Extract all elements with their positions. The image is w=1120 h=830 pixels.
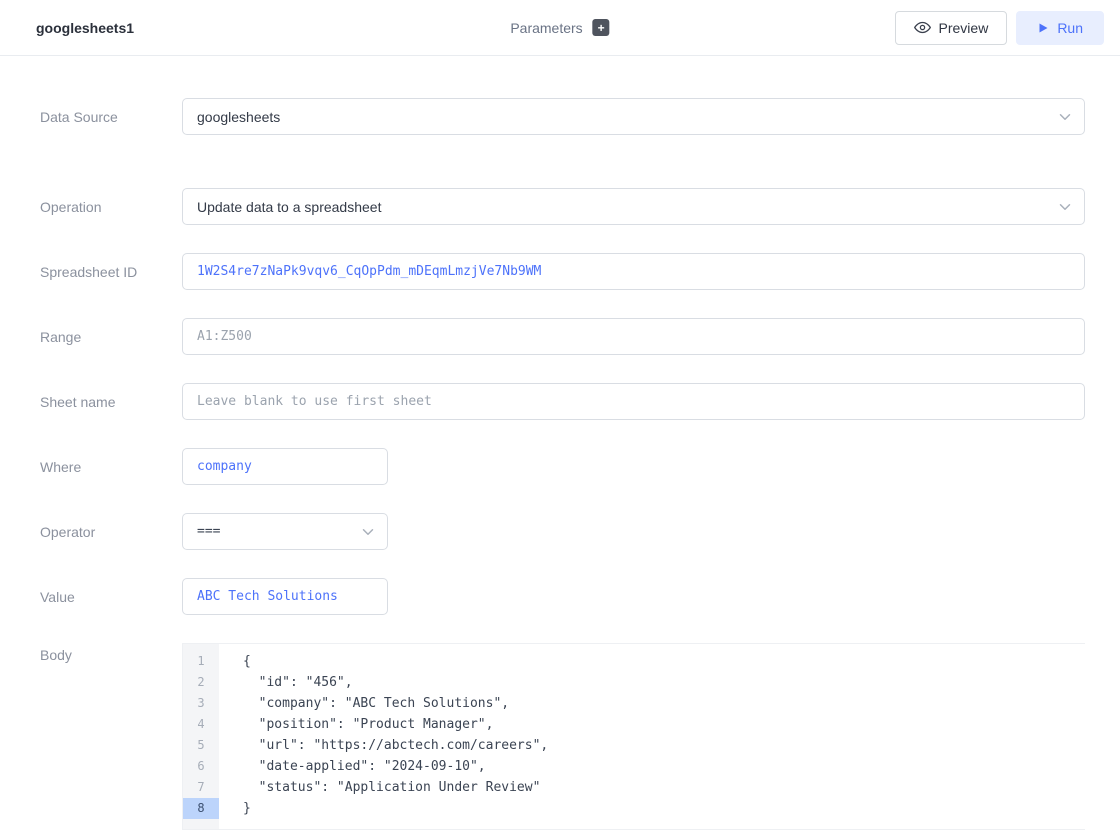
chevron-down-icon [1056, 108, 1074, 126]
line-number: 8 [183, 798, 219, 819]
operator-select[interactable]: === [182, 513, 388, 550]
code-line: 3 "company": "ABC Tech Solutions", [183, 693, 1085, 714]
value-label: Value [40, 589, 182, 605]
line-number: 6 [183, 756, 219, 777]
header: googlesheets1 Parameters + Preview Run [0, 0, 1120, 56]
where-label: Where [40, 459, 182, 475]
operator-label: Operator [40, 524, 182, 540]
parameters-section: Parameters + [510, 19, 609, 36]
play-icon [1037, 22, 1049, 34]
code-line-text: "company": "ABC Tech Solutions", [219, 693, 509, 714]
code-line-text: "url": "https://abctech.com/careers", [219, 735, 548, 756]
operation-label: Operation [40, 199, 182, 215]
code-line: 6 "date-applied": "2024-09-10", [183, 756, 1085, 777]
field-row-spreadsheet-id: Spreadsheet ID [40, 253, 1085, 290]
line-number: 1 [183, 651, 219, 672]
body-code-editor[interactable]: 1{2 "id": "456",3 "company": "ABC Tech S… [182, 643, 1085, 830]
code-line-text: "position": "Product Manager", [219, 714, 493, 735]
code-line: 8} [183, 798, 1085, 819]
query-editor-panel: googlesheets1 Parameters + Preview Run [0, 0, 1120, 830]
preview-button-label: Preview [939, 20, 989, 36]
plus-icon: + [598, 22, 605, 34]
code-line-text: } [219, 798, 251, 819]
code-line: 7 "status": "Application Under Review" [183, 777, 1085, 798]
chevron-down-icon [1056, 198, 1074, 216]
operation-select-value: Update data to a spreadsheet [197, 199, 381, 215]
line-number: 3 [183, 693, 219, 714]
sheet-name-label: Sheet name [40, 394, 182, 410]
line-number: 2 [183, 672, 219, 693]
data-source-label: Data Source [40, 109, 182, 125]
field-row-sheet-name: Sheet name [40, 383, 1085, 420]
code-line: 2 "id": "456", [183, 672, 1085, 693]
line-number: 4 [183, 714, 219, 735]
preview-button[interactable]: Preview [895, 11, 1008, 45]
chevron-down-icon [359, 523, 377, 541]
operator-select-value: === [197, 524, 220, 539]
value-input[interactable] [182, 578, 388, 615]
line-number: 5 [183, 735, 219, 756]
operation-select[interactable]: Update data to a spreadsheet [182, 188, 1085, 225]
body-label: Body [40, 647, 182, 663]
range-label: Range [40, 329, 182, 345]
spreadsheet-id-label: Spreadsheet ID [40, 264, 182, 280]
code-line-text: { [219, 651, 251, 672]
field-row-body: Body 1{2 "id": "456",3 "company": "ABC T… [40, 643, 1085, 830]
query-title: googlesheets1 [36, 20, 134, 36]
add-parameter-button[interactable]: + [593, 19, 610, 36]
code-line-text: "status": "Application Under Review" [219, 777, 540, 798]
code-line: 1{ [183, 651, 1085, 672]
where-input[interactable] [182, 448, 388, 485]
range-input[interactable] [182, 318, 1085, 355]
code-line-text: "date-applied": "2024-09-10", [219, 756, 486, 777]
query-form: Data Source googlesheets Operation Updat… [0, 56, 1120, 830]
run-button[interactable]: Run [1016, 11, 1104, 45]
run-button-label: Run [1057, 20, 1083, 36]
field-row-operation: Operation Update data to a spreadsheet [40, 188, 1085, 225]
field-row-data-source: Data Source googlesheets [40, 98, 1085, 135]
parameters-label: Parameters [510, 20, 582, 36]
field-row-range: Range [40, 318, 1085, 355]
code-line: 4 "position": "Product Manager", [183, 714, 1085, 735]
sheet-name-input[interactable] [182, 383, 1085, 420]
header-actions: Preview Run [895, 11, 1104, 45]
data-source-select-value: googlesheets [197, 109, 280, 125]
line-number: 7 [183, 777, 219, 798]
code-line-text: "id": "456", [219, 672, 353, 693]
field-row-value: Value [40, 578, 1085, 615]
field-row-where: Where [40, 448, 1085, 485]
eye-icon [914, 19, 931, 36]
data-source-select[interactable]: googlesheets [182, 98, 1085, 135]
spreadsheet-id-input[interactable] [182, 253, 1085, 290]
field-row-operator: Operator === [40, 513, 1085, 550]
code-line: 5 "url": "https://abctech.com/careers", [183, 735, 1085, 756]
